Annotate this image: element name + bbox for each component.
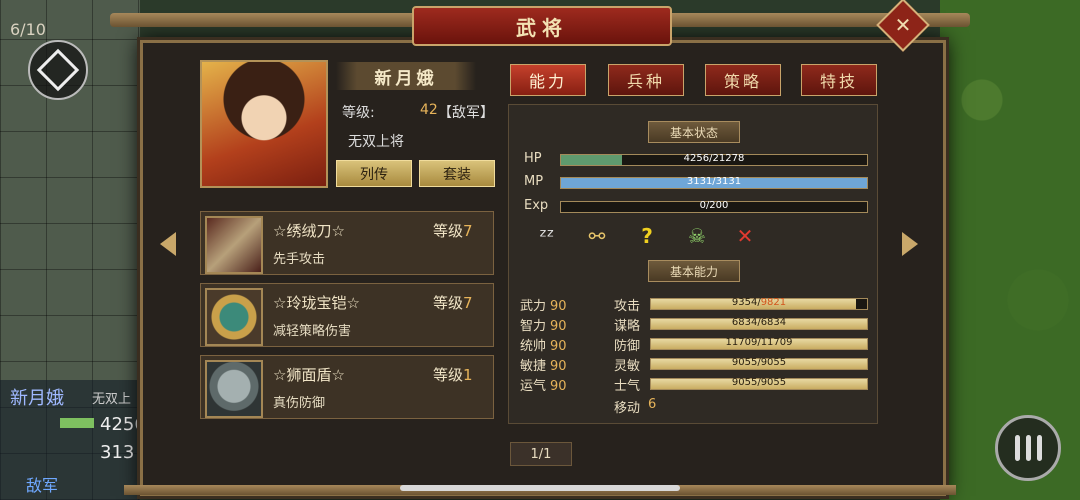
- unit-info-panel: 新月娥 无双上 4256 313 敌军: [0, 380, 146, 500]
- page-indicator: 1/1: [510, 442, 572, 466]
- close-icon: ✕: [894, 13, 912, 37]
- morale-bar: 9055/9055: [650, 377, 868, 390]
- level-value: 42: [420, 102, 438, 118]
- equipment-item[interactable]: ☆狮面盾☆ 等级1 真伤防御: [200, 355, 494, 419]
- equipment-name: ☆玲珑宝铠☆: [273, 294, 360, 312]
- scroll-indicator: [400, 485, 680, 491]
- mp-bar: 3131/3131: [560, 176, 868, 189]
- equipment-level: 等级7: [433, 294, 473, 312]
- turn-counter: 6/10: [10, 20, 46, 39]
- attr-strength: 武力 90: [520, 299, 567, 314]
- agility-stat-label: 灵敏: [614, 359, 641, 374]
- bio-button[interactable]: 列传: [336, 160, 412, 187]
- equipment-item[interactable]: ☆绣绒刀☆ 等级7 先手攻击: [200, 211, 494, 275]
- shield-icon: [205, 360, 263, 418]
- general-portrait: [200, 60, 328, 188]
- no-strategy-icon: ✕: [736, 224, 754, 248]
- strategy-bar: 6834/6834: [650, 317, 868, 330]
- attack-bar: 9354/9821: [650, 297, 868, 310]
- options-button[interactable]: [995, 415, 1061, 481]
- bind-icon: ⚯: [588, 224, 606, 248]
- prev-general-arrow-icon[interactable]: [160, 232, 176, 256]
- attr-intelligence: 智力 90: [520, 319, 567, 334]
- basic-status-title: 基本状态: [648, 121, 740, 143]
- tab-strategy[interactable]: 策略: [705, 64, 781, 96]
- menu-button[interactable]: [28, 40, 88, 100]
- strategy-label: 谋略: [614, 319, 641, 334]
- move-value: 6: [648, 397, 657, 412]
- set-button[interactable]: 套装: [419, 160, 495, 187]
- tab-troops[interactable]: 兵种: [608, 64, 684, 96]
- exp-bar: 0/200: [560, 200, 868, 213]
- unit-hp-bar: [60, 418, 94, 428]
- exp-label: Exp: [524, 198, 549, 213]
- tab-skills[interactable]: 特技: [801, 64, 877, 96]
- agility-bar: 9055/9055: [650, 357, 868, 370]
- mp-text: 3131/3131: [686, 176, 742, 187]
- morale-label: 士气: [614, 379, 641, 394]
- dialog-title: 武将: [412, 6, 672, 46]
- equipment-desc: 减轻策略伤害: [273, 324, 352, 339]
- attr-luck: 运气 90: [520, 379, 567, 394]
- mp-label: MP: [524, 174, 544, 189]
- general-title: 无双上将: [348, 134, 404, 150]
- move-label: 移动: [614, 401, 641, 416]
- exp-text: 0/200: [699, 200, 729, 211]
- cube-icon: [36, 48, 80, 92]
- faction-label: 【敌军】: [438, 105, 494, 121]
- general-name: 新月娥: [336, 62, 476, 90]
- equipment-desc: 先手攻击: [273, 252, 326, 267]
- defense-bar: 11709/11709: [650, 337, 868, 350]
- attr-agility: 敏捷 90: [520, 359, 567, 374]
- poison-icon: ☠: [688, 224, 706, 248]
- equipment-desc: 真伤防御: [273, 396, 326, 411]
- hp-label: HP: [524, 151, 542, 166]
- unit-side: 敌军: [26, 476, 59, 495]
- equipment-name: ☆狮面盾☆: [273, 366, 345, 384]
- sword-icon: [205, 216, 263, 274]
- basic-ability-title: 基本能力: [648, 260, 740, 282]
- hp-bar: 4256/21278: [560, 153, 868, 166]
- equipment-level: 等级1: [433, 366, 473, 384]
- equipment-level: 等级7: [433, 222, 473, 240]
- tab-ability[interactable]: 能力: [510, 64, 586, 96]
- sleep-icon: ᶻᶻ: [539, 224, 555, 248]
- equipment-name: ☆绣绒刀☆: [273, 222, 345, 240]
- attr-leadership: 统帅 90: [520, 339, 567, 354]
- level-label: 等级:: [342, 105, 375, 121]
- unit-title: 无双上: [92, 392, 132, 407]
- defense-label: 防御: [614, 339, 641, 354]
- unit-name: 新月娥: [10, 388, 64, 409]
- hp-text: 4256/21278: [683, 153, 745, 164]
- attack-label: 攻击: [614, 299, 641, 314]
- unit-mp: 313: [100, 442, 135, 463]
- armor-icon: [205, 288, 263, 346]
- next-general-arrow-icon[interactable]: [902, 232, 918, 256]
- confusion-icon: ?: [641, 224, 653, 248]
- equipment-item[interactable]: ☆玲珑宝铠☆ 等级7 减轻策略伤害: [200, 283, 494, 347]
- unit-hp: 4256: [100, 414, 146, 435]
